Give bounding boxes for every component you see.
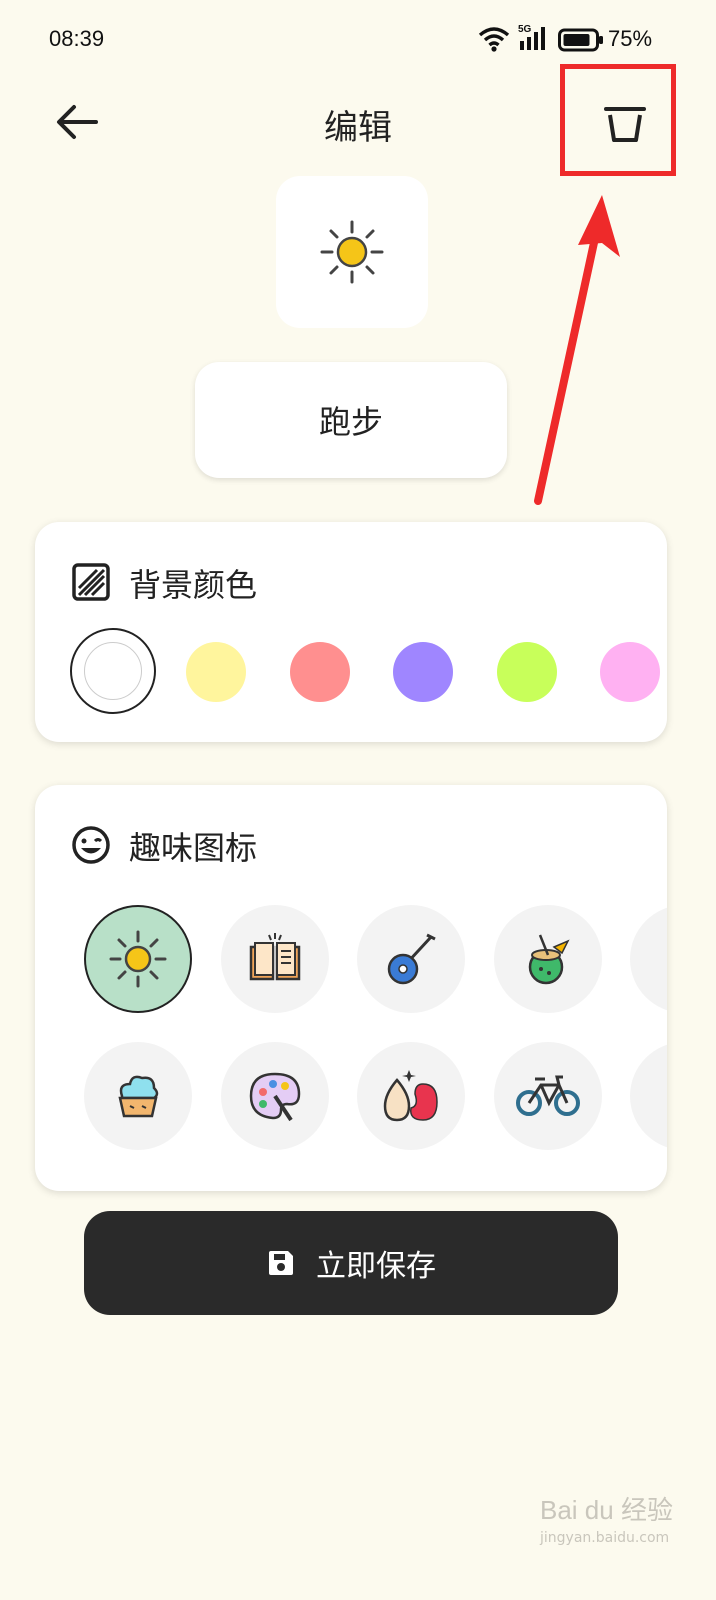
icon-option-cupcake[interactable] [84,1042,192,1150]
icon-option-banjo[interactable] [357,905,465,1013]
makeup-sponge-icon [383,1070,438,1122]
habit-icon-preview[interactable] [276,176,428,328]
smiley-icon [71,825,111,865]
habit-name-field[interactable]: 跑步 [195,362,507,478]
pattern-icon [71,562,111,602]
fun-icons-card: 趣味图标 [35,785,667,1191]
annotation-highlight-box [560,64,676,176]
icon-option-coconut-drink[interactable] [494,905,602,1013]
habit-name-text: 跑步 [318,403,383,441]
palette-icon [249,1072,301,1122]
icon-option-sun[interactable] [84,905,192,1013]
battery-icon [558,28,604,52]
background-color-title: 背景颜色 [129,566,258,604]
coconut-drink-icon [528,934,570,985]
save-button-label: 立即保存 [316,1249,436,1284]
more-icon [664,939,667,979]
fun-icons-title: 趣味图标 [129,829,258,867]
color-swatch-green[interactable] [497,642,557,702]
icon-option-palette[interactable] [221,1042,329,1150]
battery-percentage: 75% [608,26,653,51]
color-swatch-purple[interactable] [393,642,453,702]
watermark-url: jingyan.baidu.com [540,1530,670,1546]
sun-icon [320,220,384,284]
icon-option-book[interactable] [221,905,329,1013]
save-button[interactable]: 立即保存 [84,1211,618,1315]
color-swatch-red[interactable] [290,642,350,702]
wifi-icon [478,26,510,52]
color-swatch-pink[interactable] [600,642,660,702]
icon-option-bicycle[interactable] [494,1042,602,1150]
background-color-card: 背景颜色 [35,522,667,742]
status-time: 08:39 [49,26,105,51]
save-icon [269,1251,293,1275]
icon-option-makeup-sponge[interactable] [357,1042,465,1150]
color-swatch-white[interactable] [70,628,156,714]
color-swatch-yellow[interactable] [186,642,246,702]
bicycle-icon [516,1075,580,1116]
icon-option-more[interactable] [630,905,667,1013]
book-icon [249,933,301,981]
annotation-arrow [520,185,630,515]
cupcake-icon [118,1075,159,1118]
cellular-signal-icon: 5G [518,24,552,52]
banjo-icon [387,933,436,985]
icon-option-more[interactable] [630,1042,667,1150]
sun-icon [109,930,167,988]
watermark-brand: Bai du 经验 [540,1495,673,1525]
